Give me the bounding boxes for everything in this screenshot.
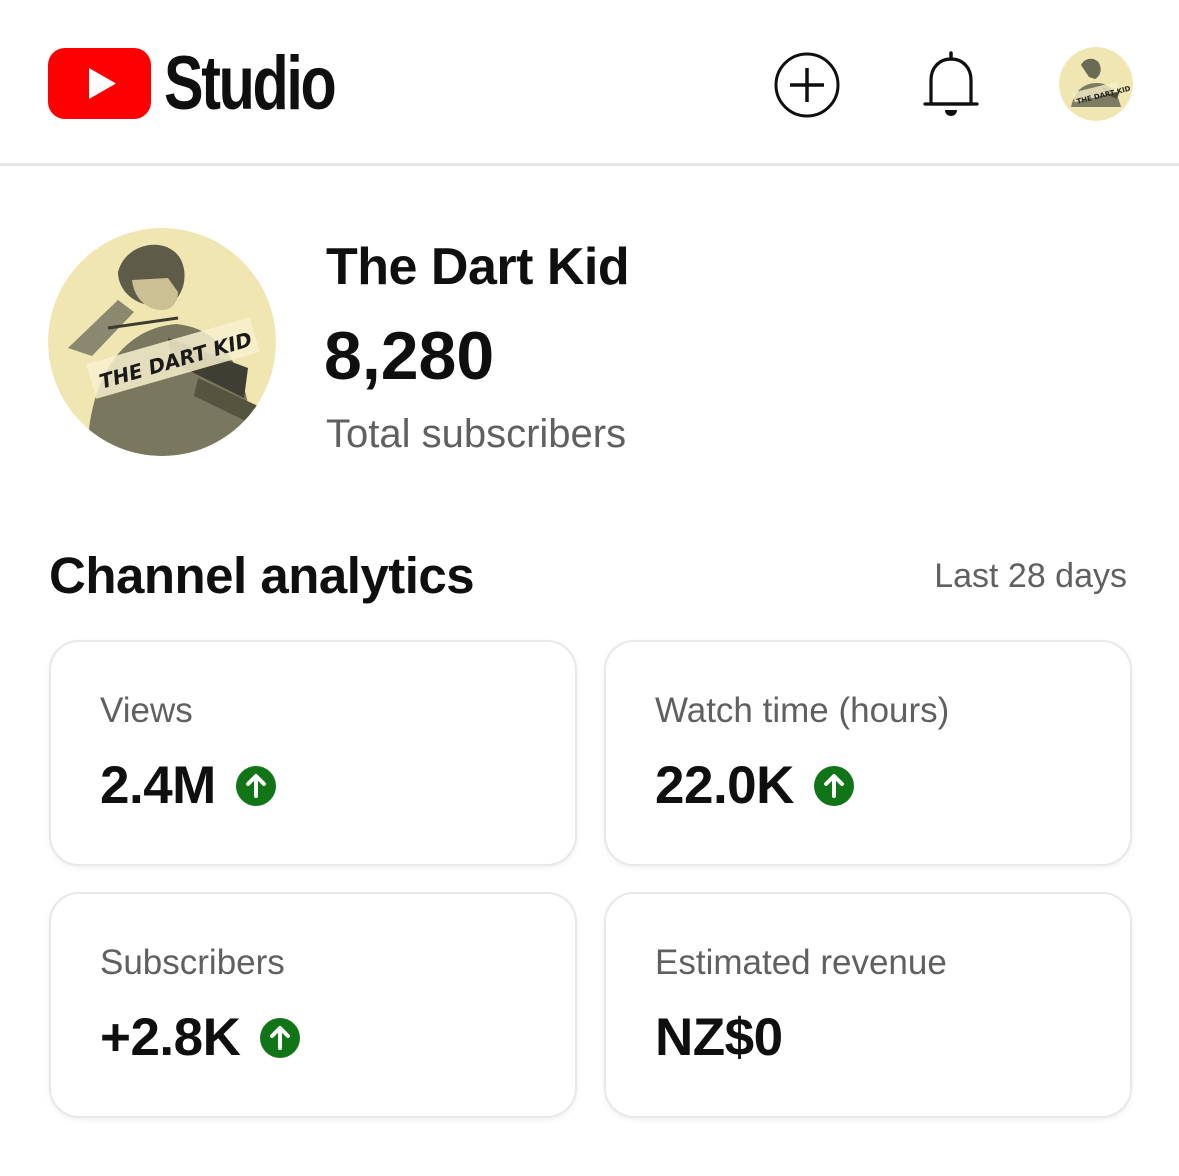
trend-up-icon [235,766,276,806]
channel-analytics-title: Channel analytics [49,547,475,604]
channel-avatar-image: THE DART KID [48,228,276,456]
account-avatar-image: THE DART KID [1059,47,1133,121]
top-app-bar: Studio THE DART KID [0,0,1179,166]
card-value-row: +2.8K [100,1006,301,1070]
trend-up-icon [260,1018,301,1058]
card-value-row: 22.0K [655,754,854,818]
card-value: NZ$0 [655,1008,783,1067]
card-value-row: NZ$0 [655,1006,783,1070]
bell-icon[interactable] [918,50,984,120]
channel-avatar: THE DART KID [48,228,276,456]
trend-up-icon [813,766,854,806]
total-subscriber-count: 8,280 [324,318,495,394]
card-label: Estimated revenue [655,943,947,982]
views-card[interactable]: Views 2.4M [49,640,577,866]
estimated-revenue-card[interactable]: Estimated revenue NZ$0 [604,892,1132,1118]
watch-time-card[interactable]: Watch time (hours) 22.0K [604,640,1132,866]
card-label: Watch time (hours) [655,691,950,730]
card-value: 22.0K [655,756,794,815]
card-label: Views [100,691,193,730]
channel-name: The Dart Kid [326,238,630,296]
account-avatar[interactable]: THE DART KID [1059,47,1133,121]
analytics-period-label[interactable]: Last 28 days [934,555,1127,597]
card-value: 2.4M [100,756,216,815]
card-value-row: 2.4M [100,754,276,818]
total-subscriber-label: Total subscribers [326,412,627,456]
card-label: Subscribers [100,943,285,982]
create-plus-icon[interactable] [773,51,841,119]
studio-logo-text: Studio [164,41,337,126]
youtube-logo-icon[interactable] [48,48,151,119]
card-value: +2.8K [100,1008,241,1067]
subscribers-card[interactable]: Subscribers +2.8K [49,892,577,1118]
